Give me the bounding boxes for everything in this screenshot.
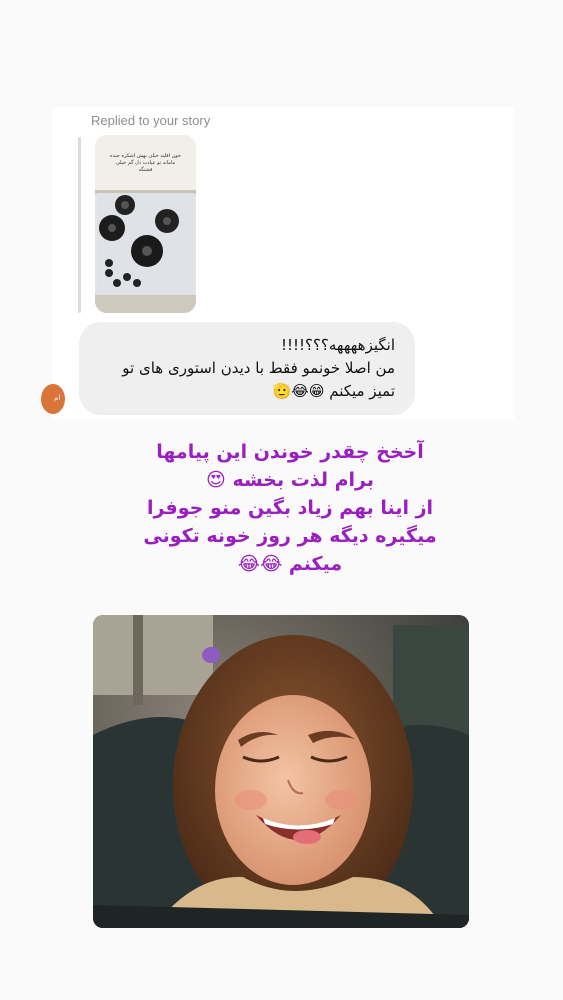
caption-line: آخخخ چقدر خوندن این پیامها [156,441,424,463]
caption-line: از اینا بهم زیاد بگین منو جوفرا [146,497,434,519]
avatar-text: ام [54,394,61,402]
caption-line: میکنم 😂😂 [237,553,343,575]
message-line: انگیزههههه؟؟؟!!!! [280,336,395,354]
replied-to-story-label: Replied to your story [91,113,211,128]
caption-line: میگیره دیگه هر روز خونه تکونی [143,525,437,547]
story-thumbnail[interactable]: جون اقلید خیلی بهش اشکره جیده مامانه تو … [95,135,196,313]
reply-quote-bar [78,137,81,313]
message-line: تمیز میکنم 😁😂🫡 [272,382,395,400]
photo-illustration [93,615,469,928]
message-bubble[interactable]: انگیزههههه؟؟؟!!!! من اصلا خونمو فقط با د… [79,322,415,415]
caption-line: برام لذت بخشه 😍 [206,469,374,491]
story-caption-text: آخخخ چقدر خوندن این پیامها برام لذت بخشه… [80,438,500,578]
sender-avatar[interactable]: ام [41,384,65,414]
laughing-girl-photo [93,615,469,928]
message-text: انگیزههههه؟؟؟!!!! من اصلا خونمو فقط با د… [95,334,395,403]
message-line: من اصلا خونمو فقط با دیدن استوری های تو [122,359,395,377]
story-caption: جون اقلید خیلی بهش اشکره جیده مامانه تو … [110,153,181,173]
